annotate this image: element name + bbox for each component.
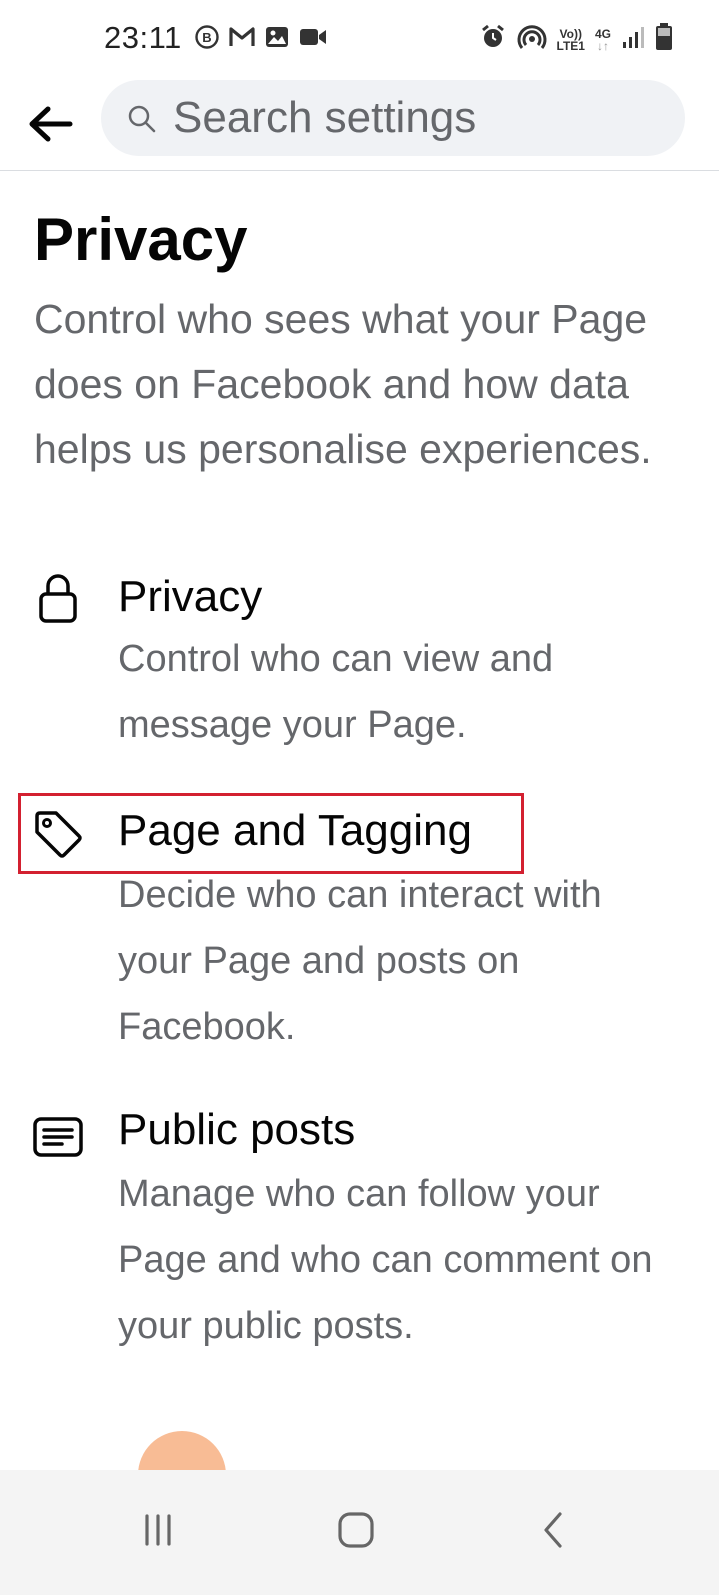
4g-icon: 4G ↓↑ (594, 26, 611, 53)
page-description: Control who sees what your Page does on … (34, 296, 652, 472)
signal-icon (621, 24, 645, 55)
battery-icon (655, 22, 673, 57)
notification-icons: B (194, 24, 328, 55)
back-button[interactable] (22, 96, 78, 152)
gallery-icon (264, 24, 290, 55)
settings-header (0, 78, 719, 171)
home-icon (338, 1512, 374, 1548)
item-description: Control who can view and message your Pa… (118, 638, 554, 746)
chevron-left-icon (544, 1512, 562, 1548)
page-title: Privacy (34, 206, 248, 273)
svg-text:B: B (202, 30, 211, 45)
recent-apps-button[interactable] (128, 1500, 188, 1560)
item-title: Privacy (118, 572, 263, 621)
search-bar[interactable] (101, 80, 685, 156)
system-back-button[interactable] (524, 1500, 584, 1560)
item-title: Public posts (118, 1105, 356, 1154)
system-icons: Vo)) LTE1 4G ↓↑ (479, 22, 673, 57)
status-bar: 23:11 B Vo)) LTE1 4G ↓↑ (0, 0, 719, 78)
home-button[interactable] (326, 1500, 386, 1560)
alarm-icon (479, 23, 507, 56)
settings-item-public-posts[interactable]: Public posts Manage who can follow your … (0, 1105, 719, 1425)
gmail-icon (228, 25, 256, 54)
arrow-left-icon (29, 106, 73, 142)
item-description: Decide who can interact with your Page a… (118, 874, 602, 1048)
item-description: Manage who can follow your Page and who … (118, 1173, 653, 1347)
hotspot-icon (517, 23, 547, 56)
volte-icon: Vo)) LTE1 (556, 26, 585, 53)
search-icon (127, 104, 157, 139)
search-input[interactable] (173, 80, 653, 156)
recent-apps-icon (145, 1514, 171, 1546)
settings-item-privacy[interactable]: Privacy Control who can view and message… (0, 560, 719, 750)
video-icon (298, 25, 328, 54)
lock-icon (30, 570, 86, 626)
whatsapp-business-icon: B (194, 24, 220, 55)
post-icon (30, 1109, 86, 1165)
system-nav-bar (0, 1470, 719, 1595)
status-time: 23:11 (104, 20, 182, 55)
highlight-annotation (18, 793, 524, 874)
